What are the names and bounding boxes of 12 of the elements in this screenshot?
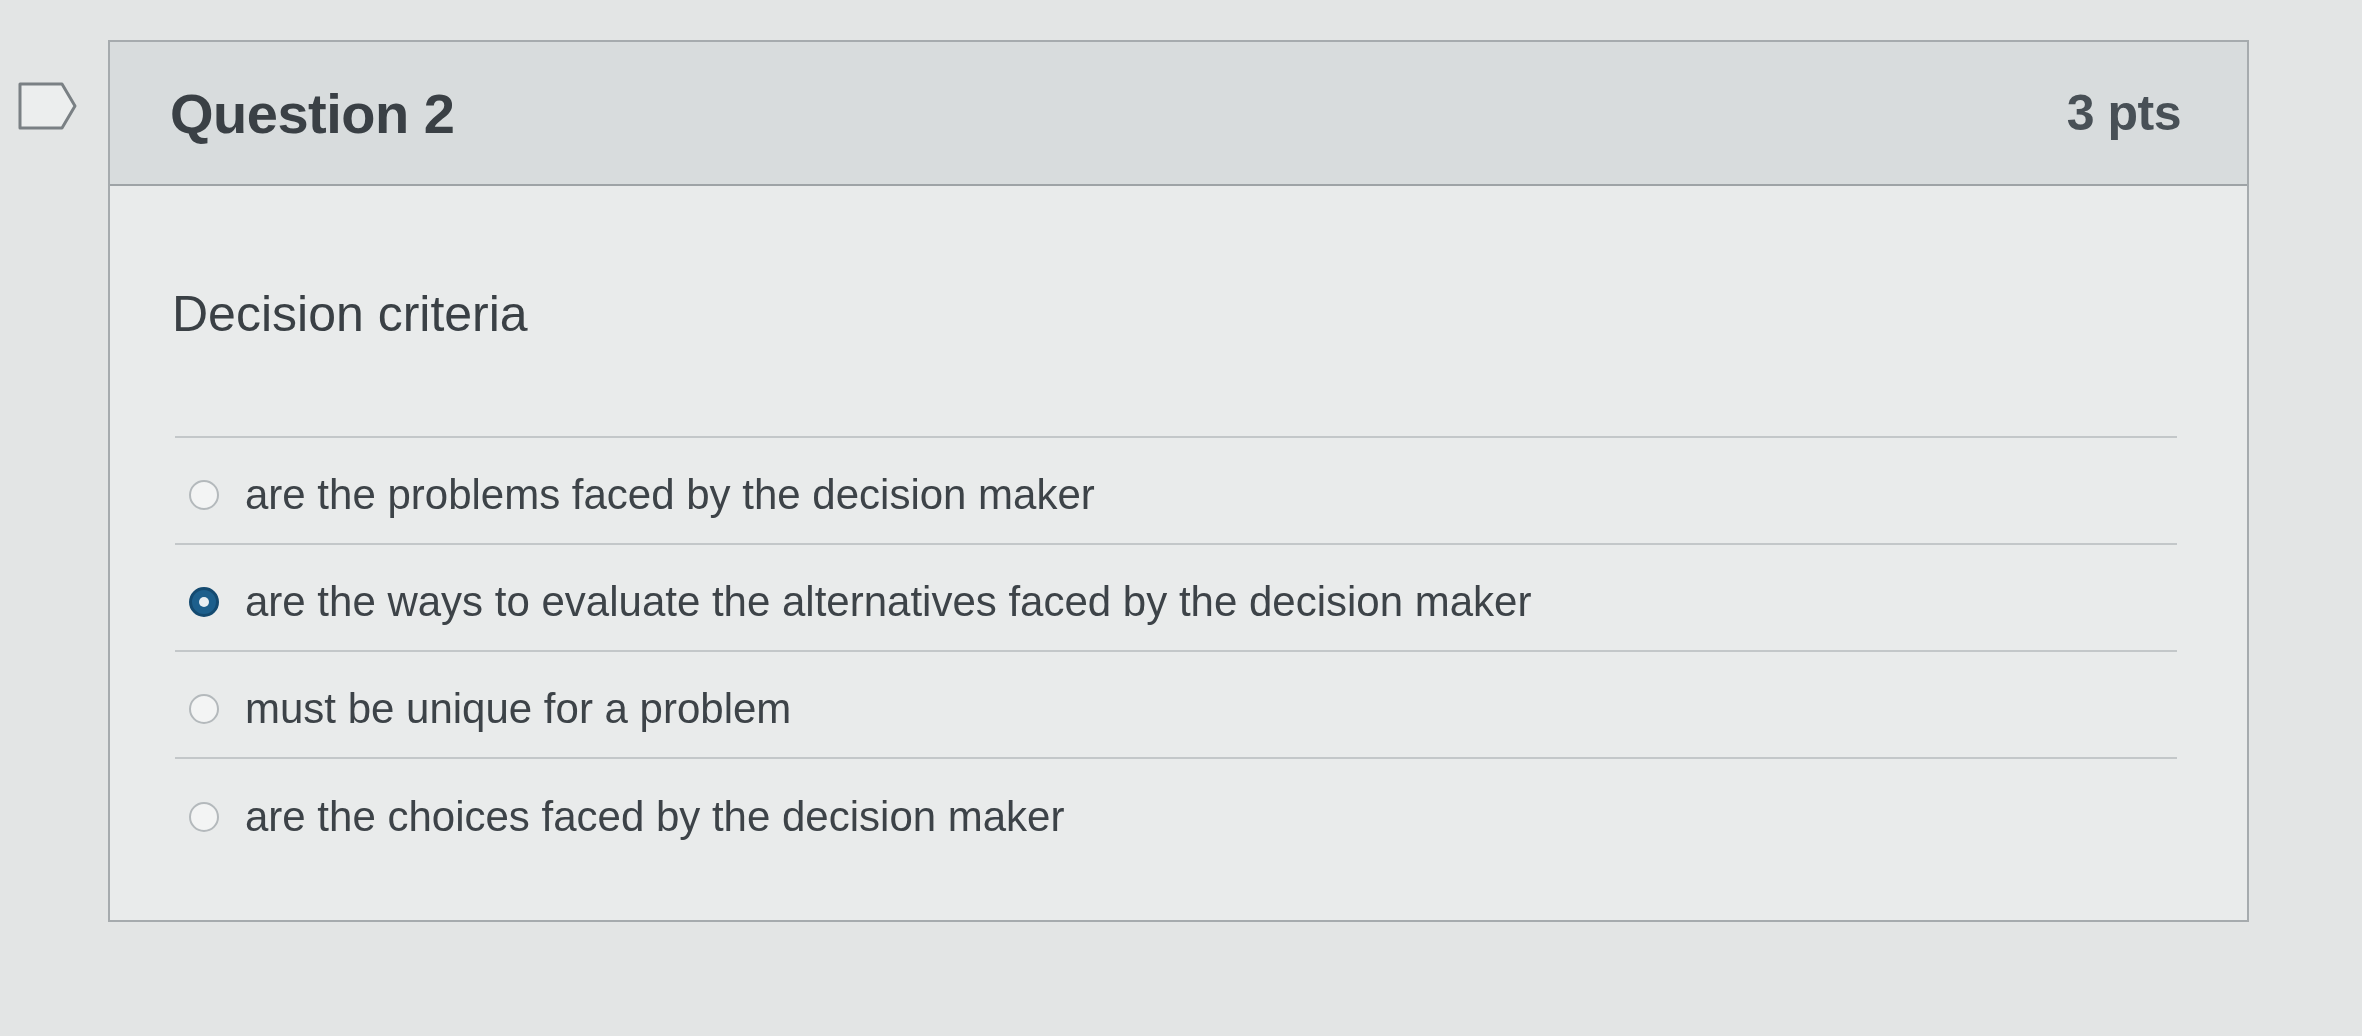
- option-label[interactable]: are the problems faced by the decision maker: [245, 470, 1095, 519]
- points-label: 3 pts: [2066, 84, 2181, 142]
- radio-button[interactable]: [189, 801, 219, 832]
- flag-icon[interactable]: [18, 82, 77, 130]
- question-text: Decision criteria: [172, 286, 529, 342]
- radio-button[interactable]: [189, 586, 219, 617]
- radio-button[interactable]: [189, 479, 219, 510]
- radio-button[interactable]: [189, 693, 219, 724]
- question-title: Question 2: [170, 80, 455, 146]
- option-label[interactable]: must be unique for a problem: [245, 684, 792, 733]
- option-label[interactable]: are the ways to evaluate the alternatives faced by the decision maker: [245, 577, 1532, 626]
- option-label[interactable]: are the choices faced by the decision maker: [245, 792, 1065, 841]
